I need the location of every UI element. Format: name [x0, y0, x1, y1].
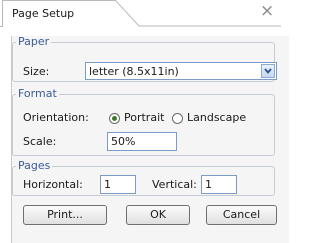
dialog-content: Paper Size: letter (8.5x11in) Format Ori…	[11, 36, 289, 243]
paper-size-value: letter (8.5x11in)	[89, 65, 179, 78]
chevron-down-icon[interactable]	[261, 64, 275, 78]
paper-size-select[interactable]: letter (8.5x11in)	[85, 62, 277, 80]
cancel-button[interactable]: Cancel	[206, 205, 277, 225]
format-legend: Format	[18, 87, 57, 100]
pages-legend: Pages	[18, 159, 51, 172]
close-icon[interactable]: ×	[260, 2, 274, 20]
landscape-label[interactable]: Landscape	[187, 111, 246, 124]
scale-input[interactable]	[107, 132, 177, 151]
horizontal-input[interactable]	[100, 175, 136, 194]
size-label: Size:	[23, 65, 50, 78]
orientation-label: Orientation:	[23, 111, 89, 124]
landscape-radio[interactable]	[172, 113, 183, 124]
scale-label: Scale:	[23, 135, 57, 148]
print-button[interactable]: Print...	[23, 205, 107, 225]
ok-button[interactable]: OK	[126, 205, 190, 225]
portrait-radio[interactable]	[109, 113, 120, 124]
portrait-label[interactable]: Portrait	[124, 111, 164, 124]
vertical-input[interactable]	[201, 175, 237, 194]
horizontal-label: Horizontal:	[23, 178, 83, 191]
tab-page-setup[interactable]: Page Setup	[12, 7, 74, 20]
vertical-label: Vertical:	[152, 178, 197, 191]
tab-bar: Page Setup ×	[0, 0, 281, 27]
paper-legend: Paper	[18, 35, 50, 48]
